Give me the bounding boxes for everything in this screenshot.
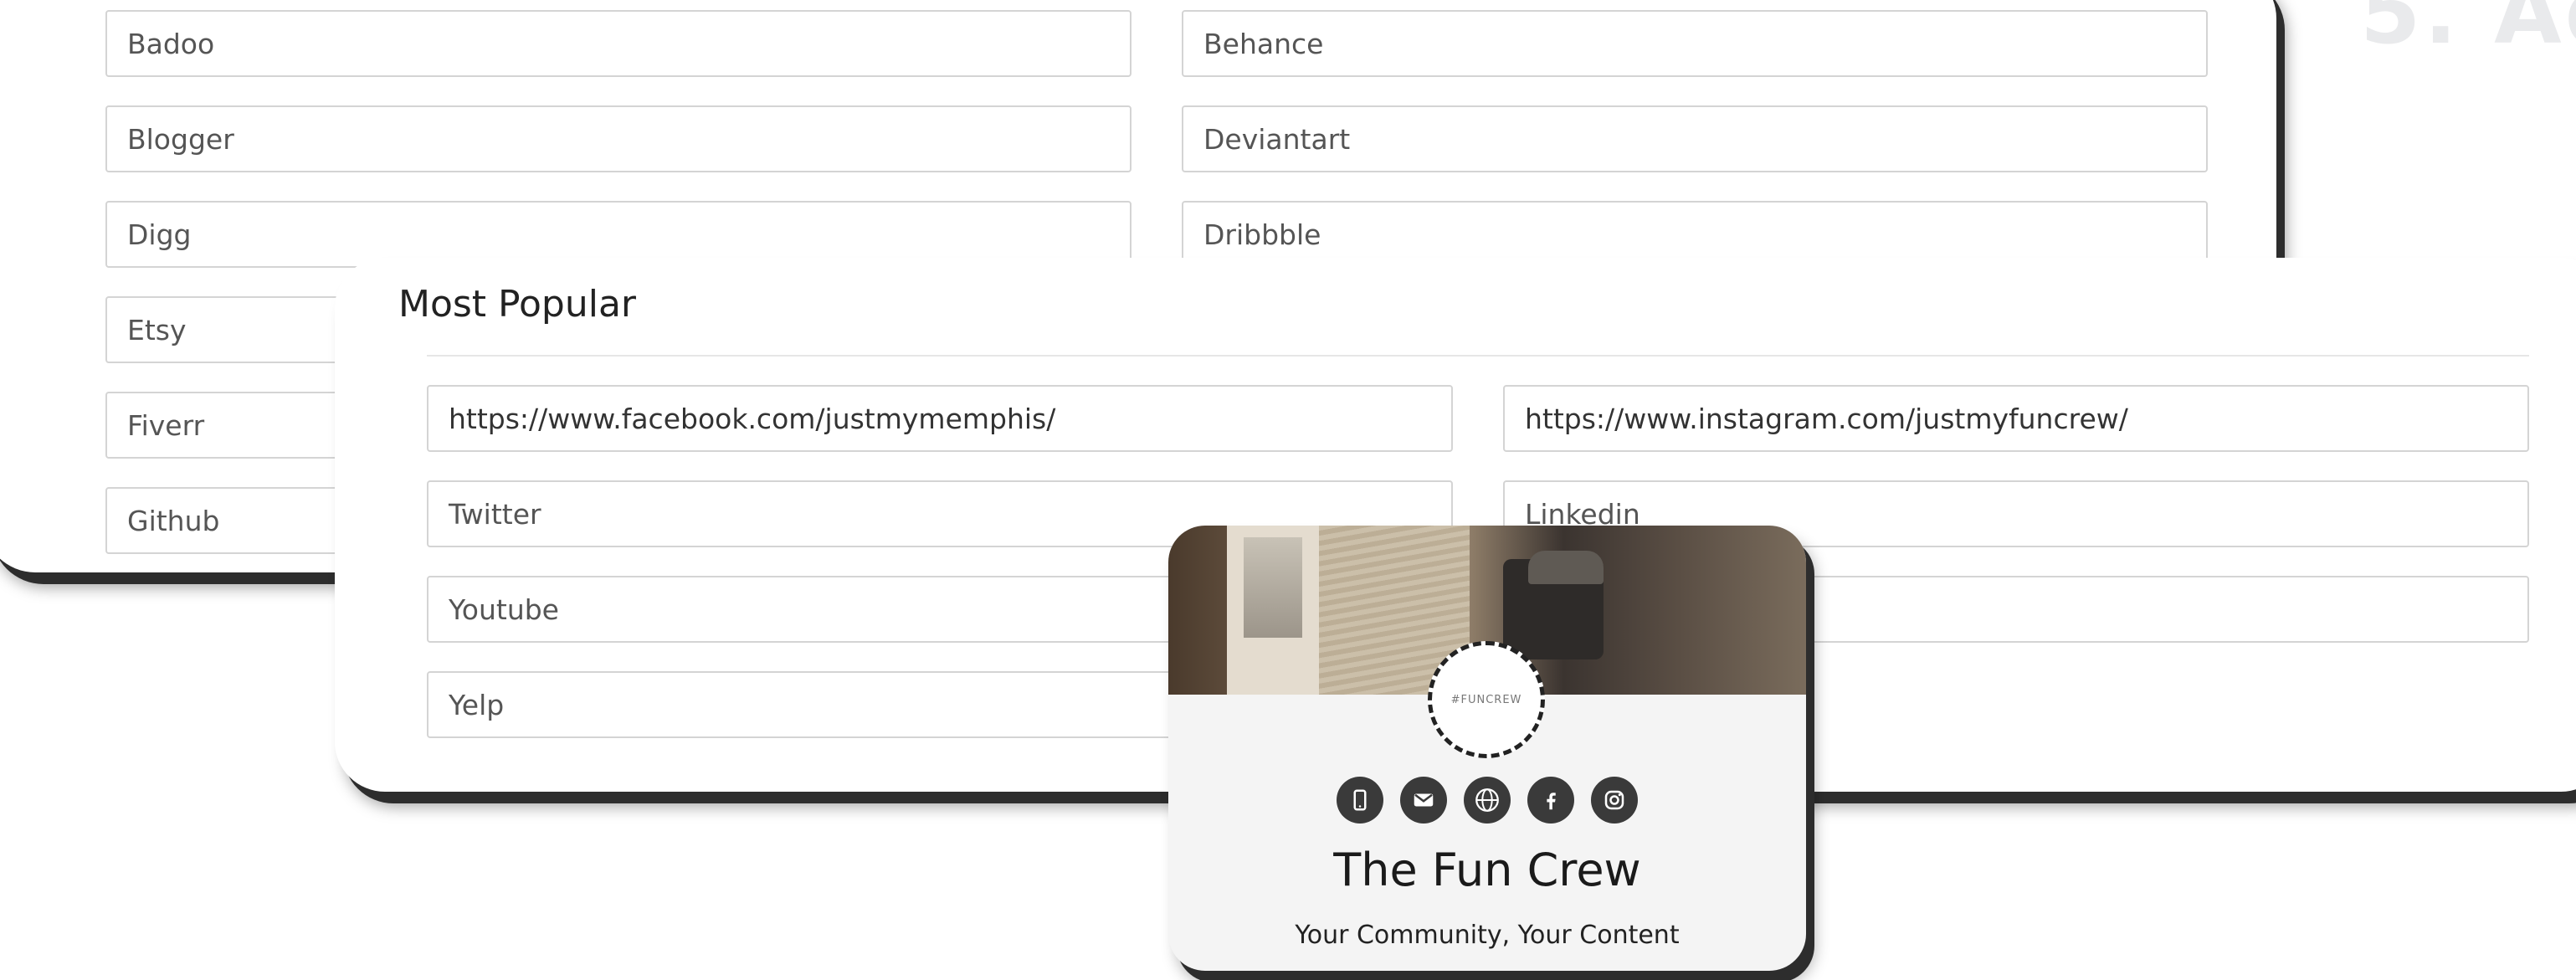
profile-name: The Fun Crew <box>1333 844 1641 896</box>
facebook-icon[interactable] <box>1527 777 1574 824</box>
email-icon[interactable] <box>1400 777 1447 824</box>
most-popular-title: Most Popular <box>398 283 637 326</box>
blogger-field[interactable]: Blogger <box>105 105 1131 172</box>
avatar-text: #FUNCREW <box>1450 693 1522 706</box>
instagram-icon[interactable] <box>1591 777 1638 824</box>
behance-field[interactable]: Behance <box>1182 10 2208 77</box>
contact-icons-row <box>1168 777 1806 824</box>
profile-preview-card: #FUNCREW The Fun Crew Your Community, Yo… <box>1168 526 1806 971</box>
instagram-field[interactable]: https://www.instagram.com/justmyfuncrew/ <box>1503 385 2529 452</box>
grill-lid-graphic <box>1528 551 1604 584</box>
section-heading: 5. Ad <box>2360 0 2576 64</box>
section-divider <box>427 355 2529 357</box>
badoo-field[interactable]: Badoo <box>105 10 1131 77</box>
deviantart-field[interactable]: Deviantart <box>1182 105 2208 172</box>
profile-tagline: Your Community, Your Content <box>1295 921 1680 950</box>
phone-icon[interactable] <box>1337 777 1383 824</box>
website-icon[interactable] <box>1464 777 1511 824</box>
door-window-graphic <box>1244 537 1302 638</box>
facebook-field[interactable]: https://www.facebook.com/justmymemphis/ <box>427 385 1453 452</box>
avatar: #FUNCREW <box>1428 641 1545 758</box>
